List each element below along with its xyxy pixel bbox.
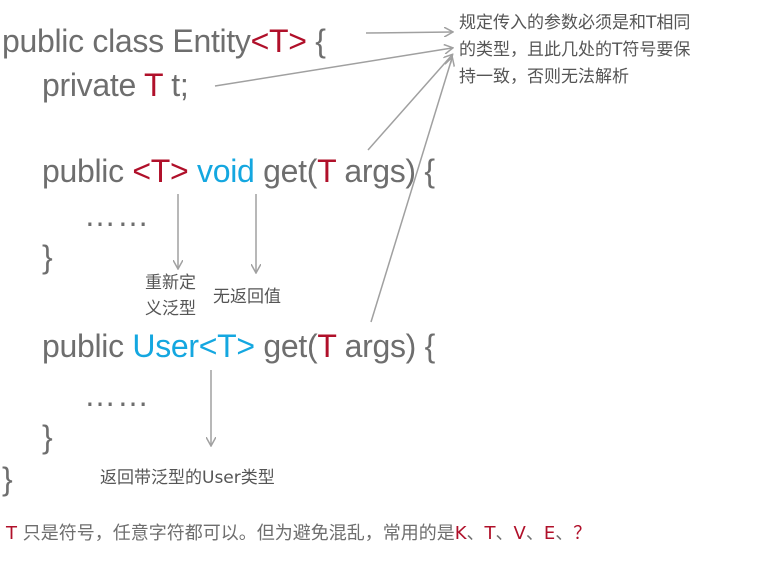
arrow-method1-param-to-note xyxy=(367,55,452,151)
arrow-method2-param-to-note xyxy=(370,58,452,323)
arrow-field-type-to-note xyxy=(214,48,452,87)
arrow-class-generic-to-note xyxy=(365,32,452,33)
arrows-layer xyxy=(0,0,762,565)
